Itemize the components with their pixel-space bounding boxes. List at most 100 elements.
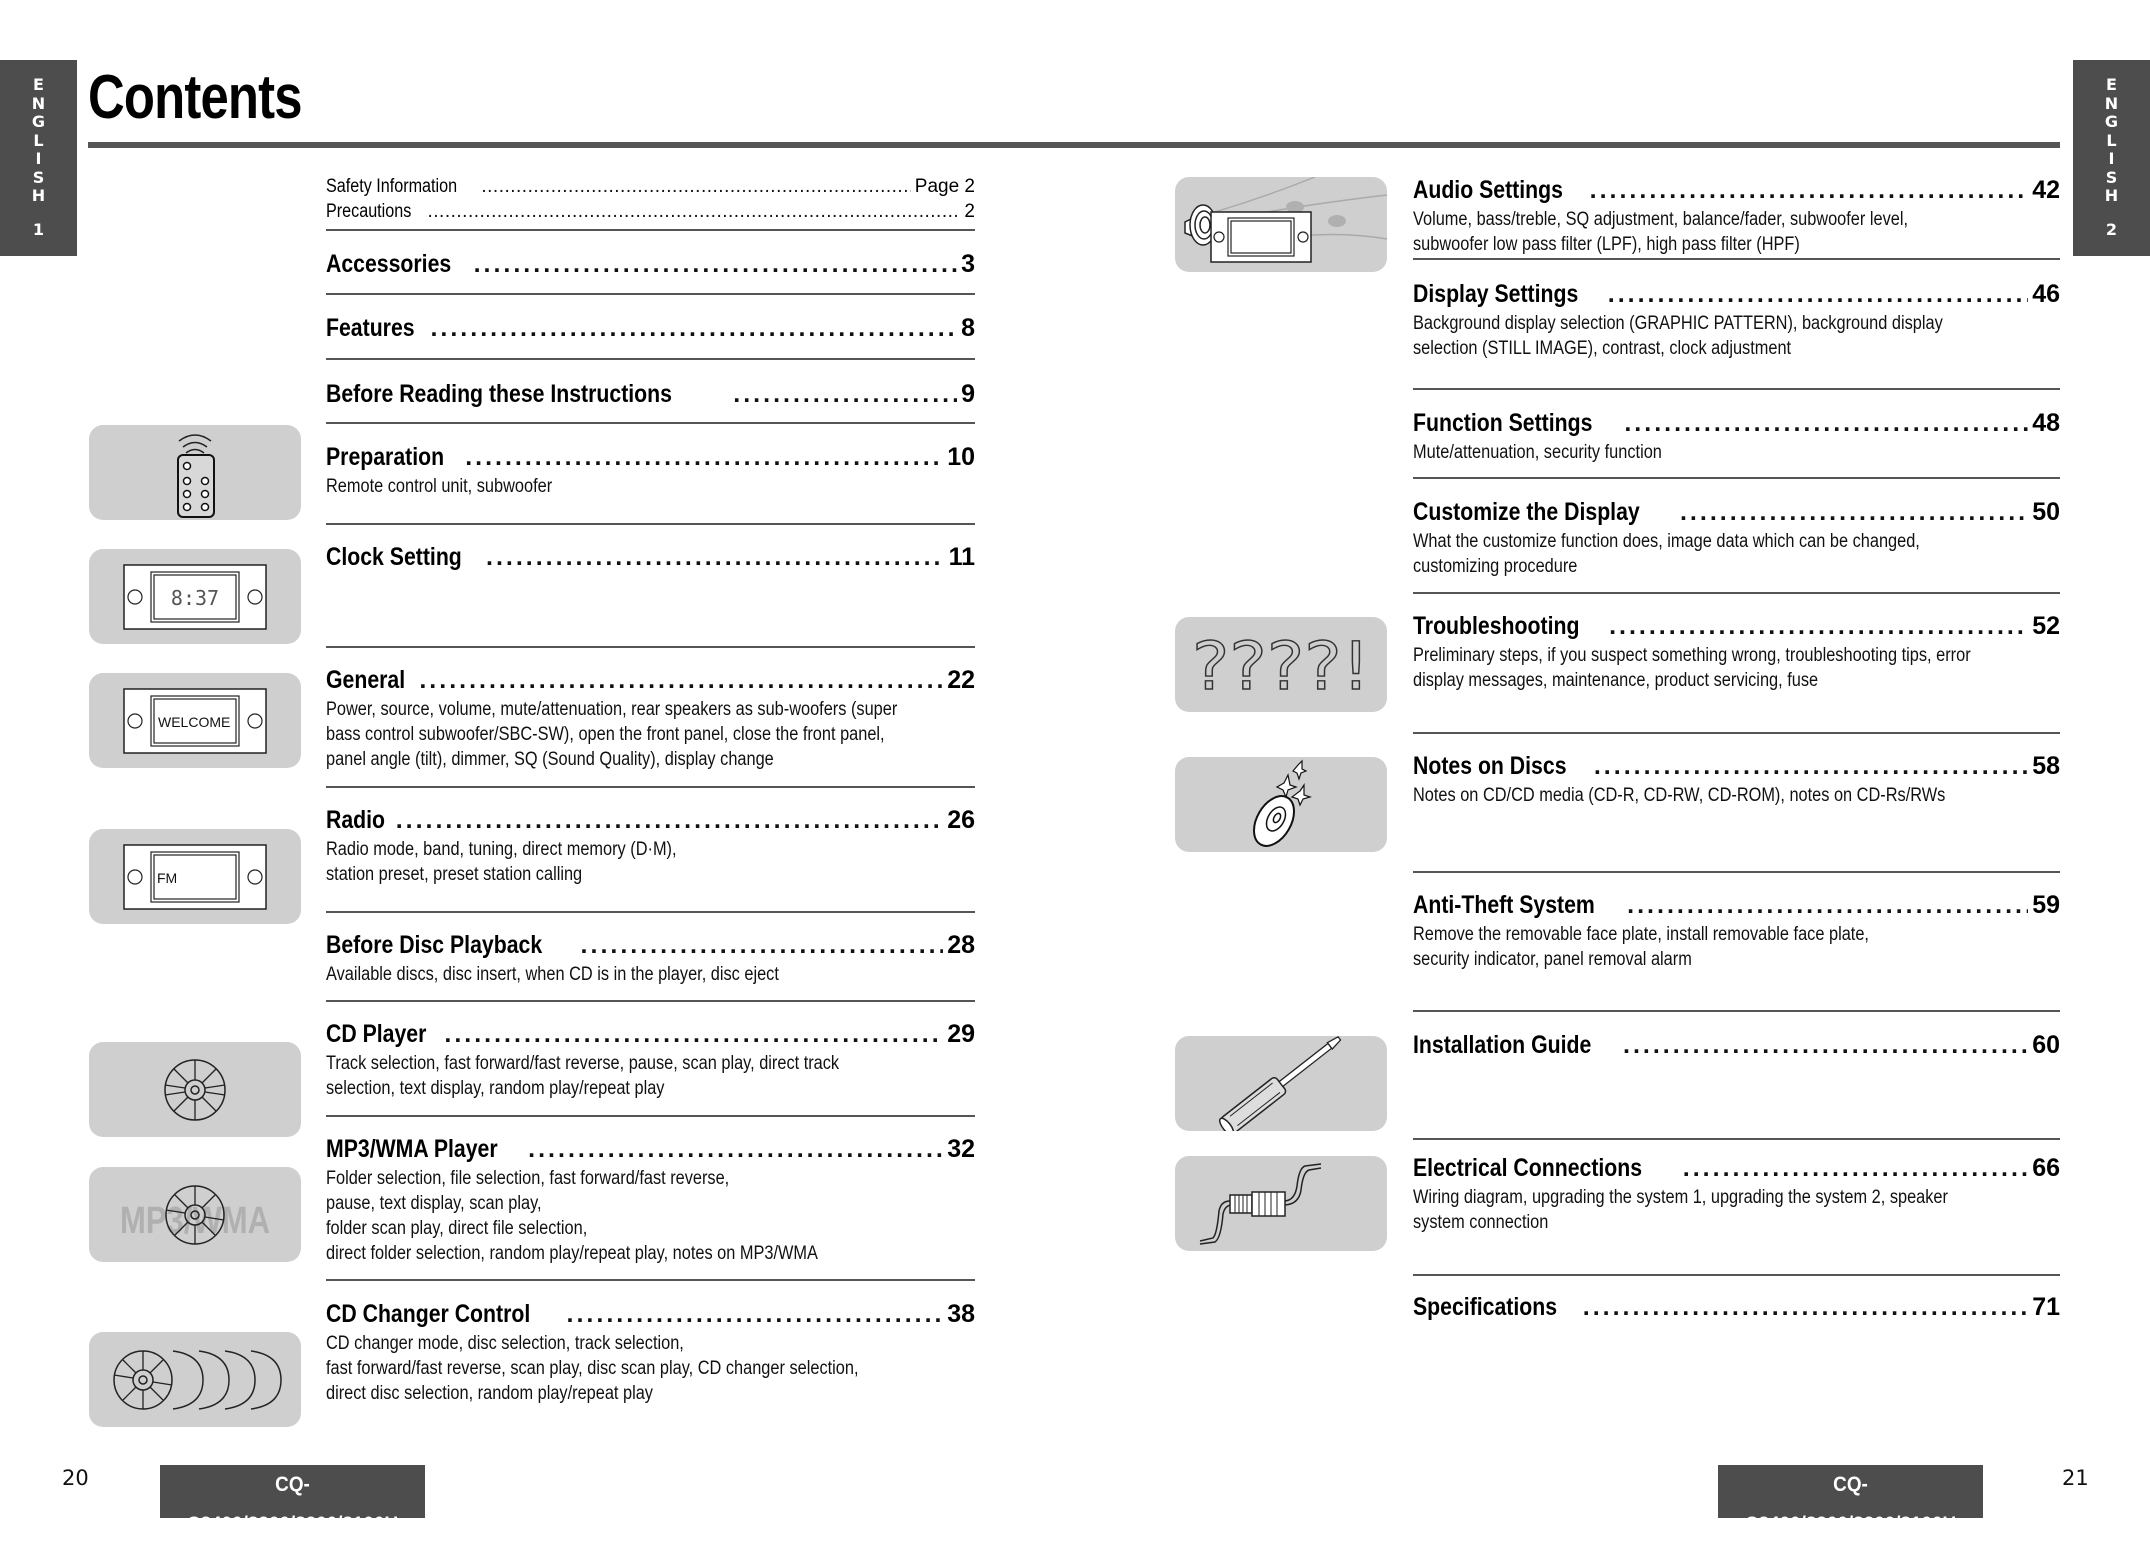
leader-dots (481, 176, 910, 198)
toc-entry-anti-theft-system[interactable]: Anti-Theft System 59 Remove the removable… (1413, 891, 2060, 972)
toc-entry-label: Customize the Display (1413, 498, 1640, 526)
toc-entry-description: Radio mode, band, tuning, direct memory … (326, 839, 677, 885)
toc-entry-page: 11 (948, 543, 975, 571)
title-rule (88, 142, 2060, 148)
leader-dots (1623, 1031, 2028, 1060)
toc-entry-specifications[interactable]: Specifications 71 (1413, 1293, 2060, 1322)
leader-dots (1583, 1293, 2028, 1322)
leader-dots (396, 806, 943, 835)
toc-entry-customize-the-display[interactable]: Customize the Display 50 What the customi… (1413, 498, 2060, 579)
toc-entry-installation-guide[interactable]: Installation Guide 60 (1413, 1031, 2060, 1060)
toc-entry-description: Remove the removable face plate, install… (1413, 924, 1869, 970)
toc-entry-page: 9 (961, 380, 975, 408)
divider (326, 1000, 975, 1002)
toc-entry-radio[interactable]: Radio 26 Radio mode, band, tuning, direct… (326, 806, 975, 887)
toc-entry-label: Clock Setting (326, 543, 462, 571)
cd-changer-icon (89, 1332, 301, 1427)
leader-dots (1683, 1154, 2028, 1183)
divider (1413, 1010, 2060, 1012)
toc-entry-label: Before Disc Playback (326, 931, 543, 959)
divider (326, 523, 975, 525)
toc-entry-troubleshooting[interactable]: Troubleshooting 52 Preliminary steps, if … (1413, 612, 2060, 693)
toc-entry-description: Power, source, volume, mute/attenuation,… (326, 699, 898, 770)
toc-entry-audio-settings[interactable]: Audio Settings 42 Volume, bass/treble, SQ… (1413, 176, 2060, 257)
leader-dots (567, 1300, 944, 1329)
toc-entry-description: Preliminary steps, if you suspect someth… (1413, 645, 1971, 691)
leader-dots (444, 1020, 943, 1049)
divider (326, 646, 975, 648)
leader-dots (1627, 891, 2028, 920)
connector-cable-icon (1175, 1156, 1387, 1251)
divider (1413, 388, 2060, 390)
toc-entry-page: 58 (2032, 752, 2060, 780)
leader-dots (1680, 498, 2028, 527)
toc-entry-preparation[interactable]: Preparation 10 Remote control unit, subwo… (326, 443, 975, 499)
toc-entry-general[interactable]: General 22 Power, source, volume, mute/at… (326, 666, 975, 772)
welcome-display-icon: WELCOME (89, 673, 301, 768)
toc-entry-label: Accessories (326, 250, 452, 278)
leader-dots (1608, 280, 2028, 309)
toc-entry-page: 42 (2032, 176, 2060, 204)
divider (1413, 732, 2060, 734)
toc-entry-cd-player[interactable]: CD Player 29 Track selection, fast forwar… (326, 1020, 975, 1101)
toc-entry-cd-changer-control[interactable]: CD Changer Control 38 CD changer mode, di… (326, 1300, 975, 1406)
toc-entry-page: 10 (947, 443, 975, 471)
leader-dots (1609, 612, 2028, 641)
divider (1413, 592, 2060, 594)
toc-entry-safety-information[interactable]: Safety Information Page 2 (326, 176, 975, 198)
toc-entry-page: 8 (961, 314, 975, 342)
language-tab-left: ENGLISH 1 (0, 60, 77, 256)
divider (326, 1115, 975, 1117)
toc-entry-label: Display Settings (1413, 280, 1579, 308)
leader-dots (733, 380, 957, 409)
language-tab-number: 2 (2105, 219, 2118, 239)
toc-entry-features[interactable]: Features 8 (326, 314, 975, 343)
toc-entry-description: Notes on CD/CD media (CD-R, CD-RW, CD-RO… (1413, 785, 1946, 806)
toc-entry-page: 32 (947, 1135, 975, 1163)
divider (326, 358, 975, 360)
toc-entry-page: 26 (947, 806, 975, 834)
toc-entry-clock-setting[interactable]: Clock Setting 11 (326, 543, 975, 572)
toc-entry-page: 28 (947, 931, 975, 959)
toc-entry-page: 66 (2032, 1154, 2060, 1182)
divider (1413, 1138, 2060, 1140)
toc-entry-label: Preparation (326, 443, 445, 471)
page-title: Contents (88, 63, 303, 132)
troubleshooting-question-icon: ????! (1175, 617, 1387, 712)
toc-entry-description: Remote control unit, subwoofer (326, 476, 553, 497)
toc-entry-display-settings[interactable]: Display Settings 46 Background display se… (1413, 280, 2060, 361)
leader-dots (428, 201, 961, 223)
toc-entry-before-reading[interactable]: Before Reading these Instructions 9 (326, 380, 975, 409)
divider (326, 1279, 975, 1281)
toc-entry-electrical-connections[interactable]: Electrical Connections 66 Wiring diagram,… (1413, 1154, 2060, 1235)
divider (1413, 1274, 2060, 1276)
toc-entry-label: CD Player (326, 1020, 427, 1048)
toc-entry-page: 46 (2032, 280, 2060, 308)
remote-control-icon (89, 425, 301, 520)
toc-entry-description: Available discs, disc insert, when CD is… (326, 964, 779, 985)
toc-entry-label: Precautions (326, 201, 412, 222)
toc-entry-mp3-wma-player[interactable]: MP3/WMA Player 32 Folder selection, file … (326, 1135, 975, 1266)
toc-entry-accessories[interactable]: Accessories 3 (326, 250, 975, 279)
leader-dots (1594, 752, 2028, 781)
leader-dots (486, 543, 945, 572)
language-tab-letters: ENGLISH (31, 75, 46, 205)
toc-entry-label: Troubleshooting (1413, 612, 1580, 640)
model-badge-left: CQ-C8400/8300/8200/8100U (160, 1465, 425, 1536)
clock-display-text: 8:37 (171, 586, 219, 610)
toc-entry-function-settings[interactable]: Function Settings 48 Mute/attenuation, se… (1413, 409, 2060, 465)
divider (326, 422, 975, 424)
divider (326, 293, 975, 295)
toc-entry-precautions[interactable]: Precautions 2 (326, 201, 975, 223)
toc-entry-page: 60 (2032, 1031, 2060, 1059)
toc-entry-label: Before Reading these Instructions (326, 380, 672, 408)
toc-entry-description: Background display selection (GRAPHIC PA… (1413, 313, 1943, 359)
toc-entry-notes-on-discs[interactable]: Notes on Discs 58 Notes on CD/CD media (C… (1413, 752, 2060, 808)
leader-dots (528, 1135, 943, 1164)
welcome-display-text: WELCOME (158, 714, 230, 730)
divider (326, 911, 975, 913)
toc-entry-page: 50 (2032, 498, 2060, 526)
toc-entry-before-disc-playback[interactable]: Before Disc Playback 28 Available discs, … (326, 931, 975, 987)
toc-entry-description: CD changer mode, disc selection, track s… (326, 1333, 859, 1404)
toc-entry-page: 71 (2032, 1293, 2060, 1321)
